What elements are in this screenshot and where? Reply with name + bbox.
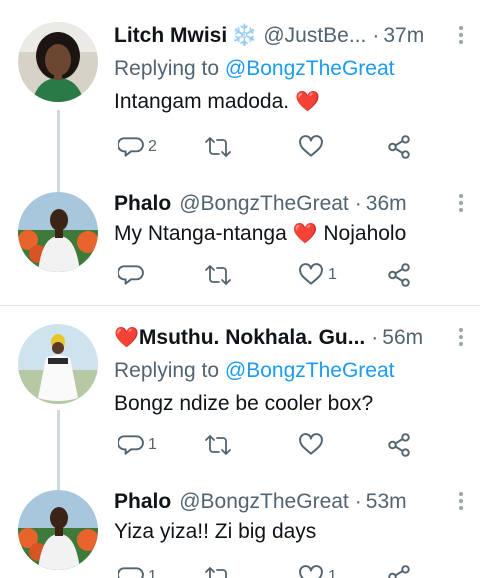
reply-button[interactable]: 1: [118, 430, 157, 460]
reply-count: 2: [148, 138, 157, 155]
mention-link[interactable]: @BongzTheGreat: [225, 57, 395, 80]
reply-button[interactable]: 2: [118, 132, 157, 162]
tweet-text-body: Nojaholo: [323, 222, 407, 245]
replying-to-label: Replying to: [114, 57, 220, 80]
replying-to: Replying to @BongzTheGreat: [114, 55, 466, 83]
separator-dot: ·: [371, 326, 379, 349]
tweet-header: Phalo @BongzTheGreat · 36m: [114, 190, 466, 218]
like-icon: [299, 433, 323, 455]
retweet-icon: [205, 137, 231, 157]
heart-emoji: ❤️: [292, 223, 318, 245]
heart-emoji: ❤️: [294, 91, 320, 113]
tweet[interactable]: Litch Mwisi ❄️ @JustBe... · 37m Replying…: [0, 0, 480, 190]
reply-icon: [118, 137, 144, 157]
tweet-text: Intangam madoda. ❤️: [114, 88, 466, 116]
retweet-button[interactable]: [204, 430, 236, 460]
timestamp[interactable]: 56m: [382, 324, 423, 352]
retweet-button[interactable]: [204, 260, 236, 290]
more-options-icon[interactable]: [456, 328, 466, 350]
reply-icon: [118, 567, 144, 578]
display-name[interactable]: Phalo: [114, 190, 171, 218]
share-button[interactable]: [386, 430, 412, 460]
heart-emoji: ❤️: [114, 327, 139, 349]
tweet-header: Litch Mwisi ❄️ @JustBe... · 37m: [114, 22, 466, 50]
retweet-icon: [205, 265, 231, 285]
tweet-text: My Ntanga-ntanga ❤️ Nojaholo: [114, 220, 466, 248]
mention-link[interactable]: @BongzTheGreat: [225, 359, 395, 382]
display-name[interactable]: Litch Mwisi: [114, 22, 227, 50]
username[interactable]: @BongzTheGreat: [179, 488, 349, 516]
like-count: 1: [328, 266, 337, 283]
retweet-button[interactable]: [204, 132, 236, 162]
reply-button[interactable]: [118, 260, 148, 290]
like-icon: [299, 135, 323, 157]
like-count: 1: [328, 568, 337, 578]
username[interactable]: @BongzTheGreat: [179, 190, 349, 218]
tweet-actions: 1: [114, 260, 414, 290]
like-icon: [299, 263, 323, 285]
like-button[interactable]: [298, 132, 328, 162]
share-icon: [388, 263, 410, 287]
tweet-actions: 1 1: [114, 562, 414, 578]
share-icon: [388, 565, 410, 578]
separator-dot: ·: [354, 490, 362, 513]
display-name[interactable]: Phalo: [114, 488, 171, 516]
like-icon: [299, 565, 323, 578]
share-icon: [388, 135, 410, 159]
like-button[interactable]: 1: [298, 562, 337, 578]
more-options-icon[interactable]: [456, 194, 466, 216]
conversation-divider: [0, 305, 480, 306]
snowflake-emoji: ❄️: [231, 24, 258, 47]
retweet-icon: [205, 435, 231, 455]
tweet-text-body: My Ntanga-ntanga: [114, 222, 287, 245]
display-name[interactable]: Msuthu. Nokhala. Gu...: [139, 324, 365, 352]
retweet-button[interactable]: [204, 562, 236, 578]
retweet-icon: [205, 567, 227, 578]
like-button[interactable]: 1: [298, 260, 337, 290]
tweet-header: Phalo @BongzTheGreat · 53m: [114, 488, 466, 516]
share-icon: [388, 433, 410, 457]
reply-button[interactable]: 1: [118, 562, 157, 578]
reply-count: 1: [148, 568, 157, 578]
reply-icon: [118, 265, 144, 285]
replying-to-label: Replying to: [114, 359, 220, 382]
tweet-text-body: Intangam madoda.: [114, 90, 290, 113]
avatar[interactable]: [18, 490, 98, 570]
tweet[interactable]: ❤️ Msuthu. Nokhala. Gu... · 56m Replying…: [0, 312, 480, 482]
avatar[interactable]: [18, 192, 98, 272]
tweet[interactable]: Phalo @BongzTheGreat · 53m Yiza yiza!! Z…: [0, 482, 480, 578]
share-button[interactable]: [386, 132, 412, 162]
share-button[interactable]: [386, 562, 412, 578]
tweet-actions: 2: [114, 132, 414, 162]
replying-to: Replying to @BongzTheGreat: [114, 357, 466, 385]
share-button[interactable]: [386, 260, 412, 290]
avatar[interactable]: [18, 22, 98, 102]
like-button[interactable]: [298, 430, 328, 460]
tweet-text: Yiza yiza!! Zi big days: [114, 520, 317, 543]
more-options-icon[interactable]: [456, 492, 466, 514]
separator-dot: ·: [354, 192, 362, 215]
avatar[interactable]: [18, 324, 98, 404]
tweet-text: Bongz ndize be cooler box?: [114, 392, 374, 415]
reply-icon: [118, 435, 144, 455]
username[interactable]: @JustBe...: [263, 22, 366, 50]
separator-dot: ·: [372, 24, 380, 47]
tweet-header: ❤️ Msuthu. Nokhala. Gu... · 56m: [114, 324, 466, 352]
tweet-actions: 1: [114, 430, 414, 460]
reply-count: 1: [148, 436, 157, 453]
timestamp[interactable]: 36m: [366, 190, 407, 218]
timestamp[interactable]: 53m: [366, 488, 407, 516]
more-options-icon[interactable]: [456, 26, 466, 48]
timestamp[interactable]: 37m: [383, 22, 424, 50]
tweet[interactable]: Phalo @BongzTheGreat · 36m My Ntanga-nta…: [0, 190, 480, 300]
